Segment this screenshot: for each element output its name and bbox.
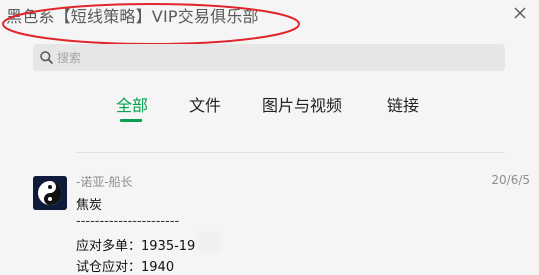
sender-name: -诺亚-船长 xyxy=(76,175,133,189)
active-tab-indicator xyxy=(120,119,142,122)
tab-photos-videos[interactable]: 图片与视频 xyxy=(262,92,342,116)
message-line-title: 焦炭 xyxy=(76,198,103,213)
tab-links[interactable]: 链接 xyxy=(387,92,419,116)
tab-all[interactable]: 全部 xyxy=(116,92,148,116)
title-bar: 黑色系【短线策略】VIP交易俱乐部 xyxy=(0,0,539,28)
redaction-blur xyxy=(197,232,221,252)
message-line-trial-entry: 试仓应对：1940 xyxy=(76,260,175,275)
message-line-long-entry: 应对多单：1935-19 xyxy=(76,239,196,254)
search-icon xyxy=(39,50,54,65)
message-line-separator: ---------------------- xyxy=(76,214,180,229)
message-date: 20/6/5 xyxy=(491,173,530,187)
avatar[interactable] xyxy=(33,176,67,210)
search-box[interactable] xyxy=(33,44,505,71)
chat-history-window: 黑色系【短线策略】VIP交易俱乐部 全部 文件 图片与视频 链接 xyxy=(0,0,539,275)
tab-files[interactable]: 文件 xyxy=(189,92,221,116)
message-item[interactable]: -诺亚-船长 20/6/5 焦炭 ---------------------- … xyxy=(0,170,539,275)
filter-tabs: 全部 文件 图片与视频 链接 xyxy=(0,92,539,122)
window-title: 黑色系【短线策略】VIP交易俱乐部 xyxy=(6,7,259,26)
divider xyxy=(76,152,505,153)
yin-yang-icon xyxy=(33,176,67,210)
close-icon[interactable] xyxy=(511,4,529,22)
search-input[interactable] xyxy=(57,44,477,71)
